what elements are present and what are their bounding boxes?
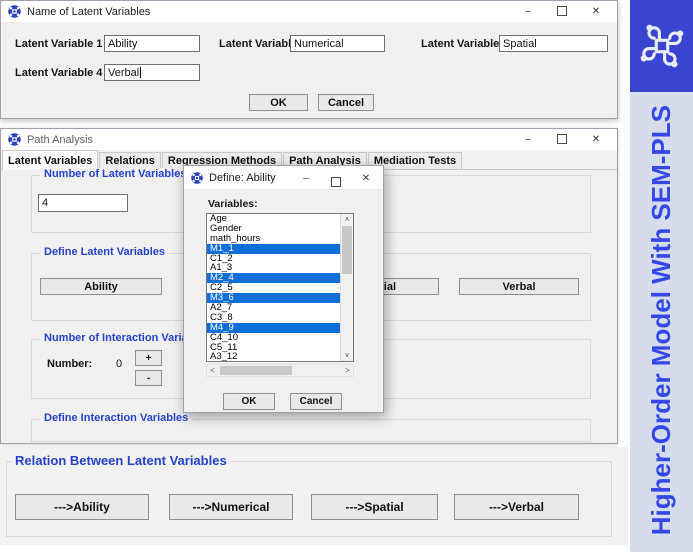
relation-button-ability[interactable]: --->Ability [15, 494, 149, 520]
close-button[interactable]: ✕ [351, 167, 381, 189]
path-window-controls: – ✕ [511, 129, 613, 151]
tab-relations[interactable]: Relations [99, 152, 161, 169]
sidebar-title-wrap: Higher-Order Model With SEM-PLS [630, 92, 693, 548]
latent-variable-4-label: Latent Variable 4 [15, 67, 102, 79]
variables-label: Variables: [208, 198, 258, 210]
horizontal-scrollbar[interactable]: < > [206, 364, 354, 377]
number-latent-input[interactable]: 4 [38, 194, 128, 212]
app-logo-icon [191, 172, 203, 184]
cancel-button[interactable]: Cancel [290, 393, 342, 410]
latent-variable-4-value: Verbal [108, 67, 139, 79]
app-logo-icon [8, 133, 21, 146]
name-dialog: Name of Latent Variables – ✕ Latent Vari… [0, 0, 618, 119]
define-ability-dialog: Define: Ability – ✕ Variables: Age Gende… [183, 165, 384, 413]
latent-variable-4-input[interactable]: Verbal [104, 64, 200, 81]
latent-variable-2-input[interactable]: Numerical [290, 35, 385, 52]
increment-button[interactable]: + [135, 350, 162, 366]
app-logo-icon [8, 5, 21, 18]
relation-button-spatial[interactable]: --->Spatial [311, 494, 438, 520]
maximize-button[interactable] [545, 1, 579, 23]
maximize-button[interactable] [321, 167, 351, 189]
close-button[interactable]: ✕ [579, 1, 613, 23]
sem-pls-logo-icon [636, 17, 688, 75]
define-button-verbal[interactable]: Verbal [459, 278, 579, 295]
relation-button-verbal[interactable]: --->Verbal [454, 494, 579, 520]
relation-group-title: Relation Between Latent Variables [11, 453, 231, 468]
ok-button[interactable]: OK [223, 393, 275, 410]
text-caret [140, 67, 141, 78]
define-dialog-controls: – ✕ [291, 166, 381, 190]
latent-variable-2-value: Numerical [294, 38, 344, 50]
variables-listbox[interactable]: Age Gender math_hours M1_1 C1_2 A1_3 M2_… [206, 213, 354, 362]
number-latent-value: 4 [42, 197, 48, 209]
ok-button[interactable]: OK [249, 94, 308, 111]
maximize-icon [557, 134, 567, 144]
close-button[interactable]: ✕ [579, 129, 613, 151]
minimize-button[interactable]: – [511, 129, 545, 151]
scrollbar-thumb[interactable] [220, 366, 292, 375]
number-value: 0 [116, 358, 122, 370]
latent-variable-3-input[interactable]: Spatial [499, 35, 608, 52]
relation-button-numerical[interactable]: --->Numerical [169, 494, 293, 520]
screenshot-canvas: Relation Between Latent Variables --->Ab… [0, 0, 693, 552]
maximize-button[interactable] [545, 129, 579, 151]
sidebar: Higher-Order Model With SEM-PLS [630, 0, 693, 552]
minimize-button[interactable]: – [511, 1, 545, 23]
number-latent-title: Number of Latent Variables [40, 168, 190, 180]
minimize-button[interactable]: – [291, 167, 321, 189]
define-button-ability[interactable]: Ability [40, 278, 162, 295]
scroll-left-icon[interactable]: < [207, 365, 218, 376]
latent-variable-3-value: Spatial [503, 38, 537, 50]
name-dialog-title: Name of Latent Variables [27, 6, 150, 18]
relation-section: Relation Between Latent Variables --->Ab… [0, 447, 628, 545]
name-dialog-controls: – ✕ [511, 1, 613, 23]
scroll-right-icon[interactable]: > [342, 365, 353, 376]
scrollbar-thumb[interactable] [342, 226, 352, 274]
tab-latent-variables[interactable]: Latent Variables [2, 150, 98, 170]
define-interaction-title: Define Interaction Variables [40, 412, 192, 424]
vertical-scrollbar[interactable]: ∧ ∨ [340, 214, 353, 361]
list-item[interactable]: A3_12 [207, 352, 340, 362]
latent-variable-1-value: Ability [108, 38, 137, 50]
define-interaction-groupbox: Define Interaction Variables [31, 419, 591, 442]
scroll-up-icon[interactable]: ∧ [341, 214, 353, 225]
path-window-title: Path Analysis [27, 134, 93, 146]
maximize-icon [331, 177, 341, 187]
scroll-down-icon[interactable]: ∨ [341, 350, 353, 361]
sem-pls-logo-block [630, 0, 693, 92]
number-label: Number: [47, 358, 92, 370]
latent-variable-3-label: Latent Variable 3 [421, 38, 508, 50]
maximize-icon [557, 6, 567, 16]
define-latent-title: Define Latent Variables [40, 246, 169, 258]
cancel-button[interactable]: Cancel [318, 94, 374, 111]
latent-variable-1-input[interactable]: Ability [104, 35, 200, 52]
latent-variable-1-label: Latent Variable 1 [15, 38, 102, 50]
relation-groupbox: Relation Between Latent Variables --->Ab… [6, 461, 612, 537]
sidebar-title: Higher-Order Model With SEM-PLS [646, 105, 677, 535]
decrement-button[interactable]: - [135, 370, 162, 386]
define-dialog-title: Define: Ability [209, 172, 276, 184]
